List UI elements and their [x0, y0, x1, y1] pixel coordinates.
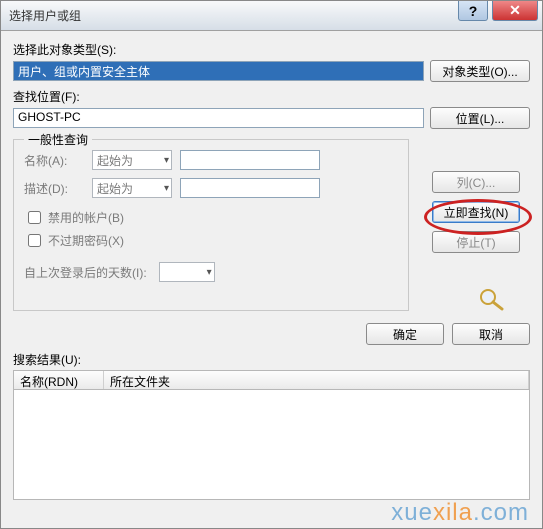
- location-field[interactable]: GHOST-PC: [13, 108, 424, 128]
- noexpire-password-label: 不过期密码(X): [48, 232, 124, 249]
- disabled-accounts-label: 禁用的帐户(B): [48, 209, 124, 226]
- disabled-accounts-box[interactable]: [28, 211, 41, 224]
- chevron-down-icon: ▾: [207, 267, 212, 278]
- results-table-body[interactable]: [13, 390, 530, 500]
- object-type-field[interactable]: 用户、组或内置安全主体: [13, 61, 424, 81]
- location-label: 查找位置(F):: [13, 88, 530, 105]
- name-label: 名称(A):: [24, 152, 84, 169]
- object-type-button[interactable]: 对象类型(O)...: [430, 60, 530, 82]
- col-folder-header[interactable]: 所在文件夹: [104, 371, 529, 389]
- cancel-button[interactable]: 取消: [452, 323, 530, 345]
- name-match-value: 起始为: [97, 152, 133, 169]
- stop-button[interactable]: 停止(T): [432, 231, 520, 253]
- location-button[interactable]: 位置(L)...: [430, 107, 530, 129]
- titlebar: 选择用户或组 ? ✕: [1, 1, 542, 31]
- general-query-legend: 一般性查询: [24, 131, 92, 148]
- columns-button[interactable]: 列(C)...: [432, 171, 520, 193]
- search-results-label: 搜索结果(U):: [13, 351, 530, 368]
- right-button-column: 列(C)... 立即查找(N) 停止(T): [432, 171, 520, 253]
- chevron-down-icon: ▾: [164, 155, 169, 166]
- object-type-label: 选择此对象类型(S):: [13, 41, 530, 58]
- desc-match-value: 起始为: [97, 180, 133, 197]
- chevron-down-icon: ▾: [164, 183, 169, 194]
- close-button[interactable]: ✕: [492, 1, 538, 21]
- ok-button[interactable]: 确定: [366, 323, 444, 345]
- name-input[interactable]: [180, 150, 320, 170]
- general-query-fieldset: 一般性查询 名称(A): 起始为 ▾ 描述(D): 起始为 ▾ 禁用的帐户: [13, 139, 409, 311]
- noexpire-password-checkbox[interactable]: 不过期密码(X): [24, 231, 398, 250]
- name-match-combo[interactable]: 起始为 ▾: [92, 150, 172, 170]
- days-since-login-label: 自上次登录后的天数(I):: [24, 264, 147, 281]
- desc-match-combo[interactable]: 起始为 ▾: [92, 178, 172, 198]
- find-now-button[interactable]: 立即查找(N): [432, 201, 520, 223]
- desc-input[interactable]: [180, 178, 320, 198]
- dialog-body: 选择此对象类型(S): 用户、组或内置安全主体 对象类型(O)... 查找位置(…: [1, 31, 542, 506]
- help-button[interactable]: ?: [458, 1, 488, 21]
- desc-label: 描述(D):: [24, 180, 84, 197]
- days-combo[interactable]: ▾: [159, 262, 215, 282]
- col-name-header[interactable]: 名称(RDN): [14, 371, 104, 389]
- dialog-window: 选择用户或组 ? ✕ 选择此对象类型(S): 用户、组或内置安全主体 对象类型(…: [0, 0, 543, 529]
- disabled-accounts-checkbox[interactable]: 禁用的帐户(B): [24, 208, 398, 227]
- window-title: 选择用户或组: [9, 7, 81, 24]
- search-icon: [476, 287, 506, 311]
- noexpire-password-box[interactable]: [28, 234, 41, 247]
- results-table-header: 名称(RDN) 所在文件夹: [13, 370, 530, 390]
